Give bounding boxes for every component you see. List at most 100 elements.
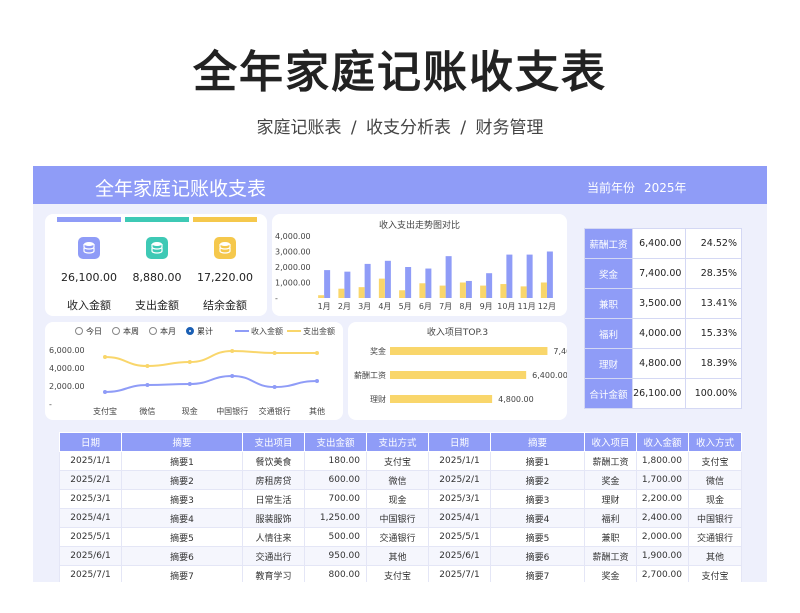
ledger-cell[interactable]: 800.00 (304, 565, 367, 582)
ledger-cell[interactable]: 摘要1 (490, 451, 585, 471)
ledger-cell[interactable]: 中国银行 (688, 508, 742, 528)
coins-icon (146, 237, 168, 259)
ledger-cell[interactable]: 微信 (366, 470, 429, 490)
ledger-cell[interactable]: 2025/5/1 (428, 527, 491, 547)
ledger-cell[interactable]: 700.00 (304, 489, 367, 509)
stat-value: 17,220.00 (197, 271, 253, 284)
ledger-cell[interactable]: 摘要7 (121, 565, 243, 582)
ledger-cell[interactable]: 摘要3 (490, 489, 585, 509)
ledger-cell[interactable]: 2025/5/1 (59, 527, 122, 547)
category-label: 理财 (370, 394, 386, 404)
ledger-cell[interactable]: 1,800.00 (636, 451, 689, 471)
ledger-cell[interactable]: 2,200.00 (636, 489, 689, 509)
ledger-cell[interactable]: 2025/3/1 (428, 489, 491, 509)
ledger-column-header[interactable]: 收入方式 (688, 432, 742, 452)
ledger-cell[interactable]: 2025/3/1 (59, 489, 122, 509)
ledger-cell[interactable]: 2025/2/1 (59, 470, 122, 490)
ledger-cell[interactable]: 摘要1 (121, 451, 243, 471)
ledger-column-header[interactable]: 支出方式 (366, 432, 429, 452)
ledger-cell[interactable]: 2025/4/1 (428, 508, 491, 528)
page-title: 全年家庭记账收支表 (193, 47, 607, 98)
ledger-cell[interactable]: 其他 (688, 546, 742, 566)
y-tick-label: 2,000.00 (49, 382, 85, 391)
ledger-cell[interactable]: 摘要2 (490, 470, 585, 490)
ledger-cell[interactable]: 1,700.00 (636, 470, 689, 490)
ledger-column-header[interactable]: 日期 (59, 432, 122, 452)
ratio-item: 奖金 (583, 258, 634, 289)
ledger-cell[interactable]: 600.00 (304, 470, 367, 490)
ledger-cell[interactable]: 摘要4 (121, 508, 243, 528)
ledger-cell[interactable]: 福利 (584, 508, 637, 528)
ledger-cell[interactable]: 兼职 (584, 527, 637, 547)
ledger-column-header[interactable]: 摘要 (490, 432, 585, 452)
ledger-cell[interactable]: 支付宝 (688, 451, 742, 471)
income-line (104, 374, 318, 393)
ledger-cell[interactable]: 现金 (688, 489, 742, 509)
ledger-row: 2025/2/1 摘要2 房租房贷 600.00 微信 2025/2/1 摘要2 奖金 1,70… (59, 470, 742, 490)
ledger-cell[interactable]: 摘要6 (490, 546, 585, 566)
ledger-cell[interactable]: 950.00 (304, 546, 367, 566)
ledger-cell[interactable]: 薪酬工资 (584, 451, 637, 471)
ledger-column-header[interactable]: 摘要 (121, 432, 243, 452)
ledger-cell[interactable]: 2,400.00 (636, 508, 689, 528)
ledger-row: 2025/7/1 摘要7 教育学习 800.00 支付宝 2025/7/1 摘要7 奖金 2,7… (59, 565, 742, 582)
ledger-cell[interactable]: 1,250.00 (304, 508, 367, 528)
ledger-cell[interactable]: 摘要7 (490, 565, 585, 582)
ledger-cell[interactable]: 2025/4/1 (59, 508, 122, 528)
ledger-cell[interactable]: 交通银行 (688, 527, 742, 547)
ledger-cell[interactable]: 教育学习 (242, 565, 305, 582)
ledger-cell[interactable]: 薪酬工资 (584, 546, 637, 566)
legend-label: 收入金额 (251, 326, 283, 336)
ledger-cell[interactable]: 微信 (688, 470, 742, 490)
ledger-column-header[interactable]: 收入金额 (636, 432, 689, 452)
ledger-cell[interactable]: 理财 (584, 489, 637, 509)
ledger-cell[interactable]: 餐饮美食 (242, 451, 305, 471)
ledger-cell[interactable]: 180.00 (304, 451, 367, 471)
ledger-cell[interactable]: 日常生活 (242, 489, 305, 509)
year-value[interactable]: 2025年 (644, 179, 687, 196)
ledger-cell[interactable]: 2025/6/1 (428, 546, 491, 566)
ledger-cell[interactable]: 2,000.00 (636, 527, 689, 547)
ledger-cell[interactable]: 1,900.00 (636, 546, 689, 566)
ledger-cell[interactable]: 摘要6 (121, 546, 243, 566)
ledger-cell[interactable]: 其他 (366, 546, 429, 566)
ledger-cell[interactable]: 2025/1/1 (59, 451, 122, 471)
ledger-cell[interactable]: 摘要5 (490, 527, 585, 547)
ratio-item: 兼职 (583, 288, 634, 319)
ledger-cell[interactable]: 摘要4 (490, 508, 585, 528)
ledger-cell[interactable]: 交通银行 (366, 527, 429, 547)
ledger-column-header[interactable]: 支出项目 (242, 432, 305, 452)
ledger-cell[interactable]: 2025/7/1 (428, 565, 491, 582)
sheet-header: 全年家庭记账收支表 当前年份 2025年 (33, 166, 767, 204)
ledger-cell[interactable]: 2025/1/1 (428, 451, 491, 471)
ledger-column-header[interactable]: 支出金额 (304, 432, 367, 452)
ledger-cell[interactable]: 中国银行 (366, 508, 429, 528)
ledger-cell[interactable]: 摘要2 (121, 470, 243, 490)
ledger-column-header[interactable]: 收入项目 (584, 432, 637, 452)
ledger-cell[interactable]: 支付宝 (366, 565, 429, 582)
ledger-cell[interactable]: 500.00 (304, 527, 367, 547)
ledger-cell[interactable]: 服装服饰 (242, 508, 305, 528)
ledger-cell[interactable]: 人情往来 (242, 527, 305, 547)
top3-bar (390, 371, 527, 379)
line-point (187, 360, 192, 364)
ledger-cell[interactable]: 2025/2/1 (428, 470, 491, 490)
ledger-cell[interactable]: 摘要3 (121, 489, 243, 509)
ledger-column-header[interactable]: 日期 (428, 432, 491, 452)
ledger-cell[interactable]: 奖金 (584, 470, 637, 490)
ledger-cell[interactable]: 2025/7/1 (59, 565, 122, 582)
expense-bar (480, 285, 487, 298)
ledger-cell[interactable]: 交通出行 (242, 546, 305, 566)
ledger-cell[interactable]: 现金 (366, 489, 429, 509)
ledger-cell[interactable]: 摘要5 (121, 527, 243, 547)
line-point (145, 383, 150, 387)
value-label: 7,400.00 (553, 347, 567, 356)
ledger-cell[interactable]: 奖金 (584, 565, 637, 582)
ledger-cell[interactable]: 房租房贷 (242, 470, 305, 490)
ledger-cell[interactable]: 2025/6/1 (59, 546, 122, 566)
ledger-cell[interactable]: 2,700.00 (636, 565, 689, 582)
ledger-cell[interactable]: 支付宝 (688, 565, 742, 582)
ledger-cell[interactable]: 支付宝 (366, 451, 429, 471)
x-tick-label: 2月 (338, 302, 351, 311)
expense-bar (520, 286, 527, 298)
